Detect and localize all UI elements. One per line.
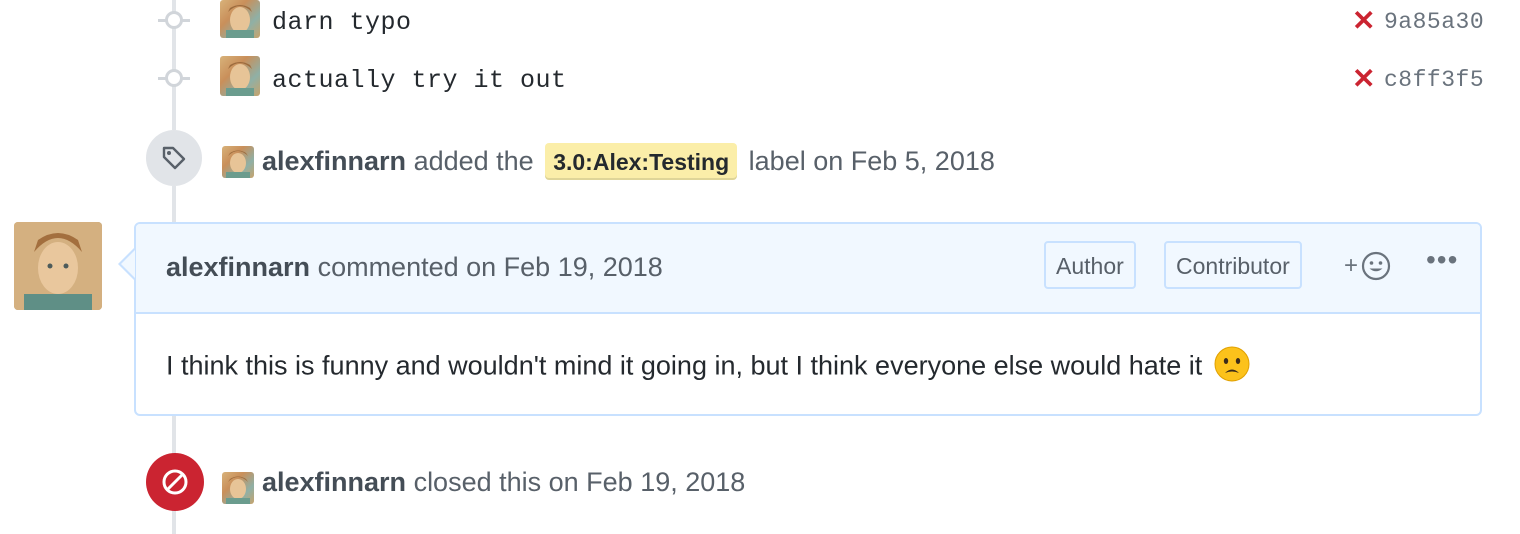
commit-message[interactable]: actually try it out — [272, 66, 567, 95]
commit-message[interactable]: darn typo — [272, 8, 412, 37]
more-options-icon[interactable]: ••• — [1426, 244, 1458, 276]
smiley-icon — [1361, 251, 1391, 281]
plus-icon: + — [1344, 252, 1359, 279]
comment-body-text: I think this is funny and wouldn't mind … — [166, 350, 1203, 381]
label-event-text: alexfinnarn added the 3.0:Alex:Testing l… — [262, 143, 995, 180]
add-reaction-button[interactable]: + — [1344, 250, 1392, 282]
avatar[interactable] — [220, 0, 260, 38]
comment-avatar[interactable] — [14, 222, 102, 310]
commit-row: actually try it out ✕ c8ff3f5 — [0, 56, 1520, 100]
label-badge[interactable]: 3.0:Alex:Testing — [545, 143, 738, 180]
tag-icon — [146, 130, 202, 186]
close-event-text: alexfinnarn closed this on Feb 19, 2018 — [262, 467, 745, 498]
commit-icon — [165, 69, 183, 87]
event-date-text[interactable]: label on Feb 5, 2018 — [749, 146, 995, 176]
event-action-text: added the — [413, 146, 534, 176]
avatar[interactable] — [222, 146, 254, 178]
comment-header-text: alexfinnarn commented on Feb 19, 2018 — [166, 252, 663, 283]
timeline-line — [172, 186, 176, 222]
avatar[interactable] — [222, 472, 254, 504]
avatar[interactable] — [220, 56, 260, 96]
author-badge: Author — [1044, 241, 1136, 289]
comment-header: alexfinnarn commented on Feb 19, 2018 Au… — [136, 224, 1480, 314]
event-user-link[interactable]: alexfinnarn — [262, 467, 406, 497]
x-icon[interactable]: ✕ — [1352, 65, 1375, 93]
timeline-line — [172, 416, 176, 454]
frowning-emoji — [1214, 346, 1250, 389]
timeline-line — [172, 510, 176, 534]
comment-timestamp[interactable]: commented on Feb 19, 2018 — [318, 252, 663, 282]
comment-arrow-fill — [121, 250, 135, 278]
event-user-link[interactable]: alexfinnarn — [262, 146, 406, 176]
circle-slash-icon — [146, 453, 204, 511]
commit-sha[interactable]: c8ff3f5 — [1384, 67, 1484, 93]
comment-author-link[interactable]: alexfinnarn — [166, 252, 310, 282]
commit-sha[interactable]: 9a85a30 — [1384, 9, 1484, 35]
event-action-text[interactable]: closed this on Feb 19, 2018 — [414, 467, 746, 497]
comment-body: I think this is funny and wouldn't mind … — [166, 346, 1250, 389]
contributor-badge: Contributor — [1164, 241, 1302, 289]
commit-icon — [165, 11, 183, 29]
x-icon[interactable]: ✕ — [1352, 7, 1375, 35]
comment-box: alexfinnarn commented on Feb 19, 2018 Au… — [134, 222, 1482, 416]
commit-row: darn typo ✕ 9a85a30 — [0, 0, 1520, 44]
